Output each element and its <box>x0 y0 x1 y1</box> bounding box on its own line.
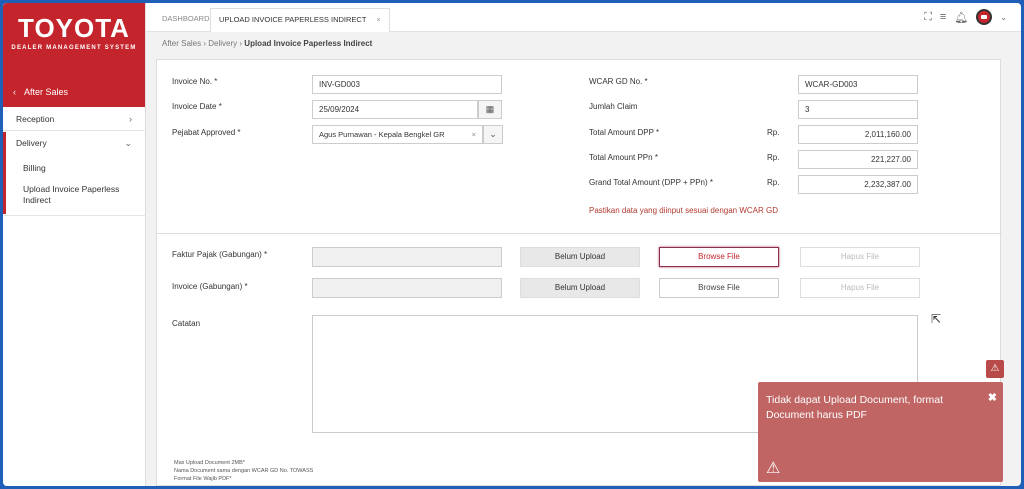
tab-label: DASHBOARD <box>162 14 210 23</box>
chevron-down-icon[interactable]: ⌄ <box>1000 13 1007 22</box>
menu-icon[interactable]: ≡ <box>940 11 946 23</box>
breadcrumb-delivery[interactable]: Delivery <box>208 39 237 48</box>
faktur-browse-button[interactable]: Browse File <box>659 247 779 267</box>
sidebar-item-label: Delivery <box>16 138 47 148</box>
warning-icon: ⚠ <box>766 460 781 477</box>
jumlah-claim-input[interactable]: 3 <box>798 100 918 119</box>
close-icon[interactable]: ✖ <box>988 391 997 404</box>
invoice-no-input[interactable]: INV-GD003 <box>312 75 502 94</box>
alert-icon[interactable]: ⚠ <box>986 360 1004 378</box>
invoice-no-label: Invoice No. * <box>172 77 218 86</box>
sidebar-item-reception[interactable]: Reception › <box>3 108 146 130</box>
sidebar-item-label: Upload Invoice Paperless Indirect <box>23 184 120 205</box>
faktur-delete-button[interactable]: Hapus File <box>800 247 920 267</box>
wcar-label: WCAR GD No. * <box>589 77 648 86</box>
note-line: Format File Wajib PDF* <box>174 476 232 482</box>
fullscreen-icon[interactable]: ⛶ <box>924 11 932 24</box>
calendar-icon[interactable]: ▦ <box>478 100 502 119</box>
pejabat-label: Pejabat Approved * <box>172 128 241 137</box>
close-tab-icon[interactable]: × <box>376 15 380 24</box>
sidebar: TOYOTA DEALER MANAGEMENT SYSTEM ‹ After … <box>3 3 146 486</box>
ppn-input[interactable]: 221,227.00 <box>798 150 918 169</box>
note-line: Nama Document sama dengan WCAR GD No. TO… <box>174 468 314 474</box>
tab-label: UPLOAD INVOICE PAPERLESS INDIRECT <box>219 15 367 24</box>
pejabat-select[interactable]: Agus Purnawan - Kepala Bengkel GR × <box>312 125 483 144</box>
faktur-status: Belum Upload <box>520 247 640 267</box>
ppn-currency: Rp. <box>767 153 780 162</box>
back-to-after-sales[interactable]: ‹ After Sales <box>13 87 68 97</box>
warning-text: Pastikan data yang diinput sesuai dengan… <box>589 206 778 215</box>
dpp-currency: Rp. <box>767 128 780 137</box>
invoice-file-field <box>312 278 502 298</box>
brand-subtitle: DEALER MANAGEMENT SYSTEM <box>11 45 137 51</box>
jumlah-claim-label: Jumlah Claim <box>589 102 638 111</box>
upload-notes: Max Upload Document 2MB* Nama Document s… <box>174 459 313 483</box>
invoice-gabungan-label: Invoice (Gabungan) * <box>172 282 248 291</box>
sidebar-item-delivery[interactable]: Delivery ⌄ <box>3 132 146 154</box>
clear-icon[interactable]: × <box>472 126 476 143</box>
top-bar: DASHBOARD UPLOAD INVOICE PAPERLESS INDIR… <box>146 3 1021 32</box>
sidebar-item-label: Reception <box>16 114 55 124</box>
breadcrumb-current: Upload Invoice Paperless Indirect <box>244 39 373 48</box>
sidebar-item-billing[interactable]: Billing <box>3 157 146 179</box>
grand-total-input[interactable]: 2,232,387.00 <box>798 175 918 194</box>
wcar-input[interactable]: WCAR-GD003 <box>798 75 918 94</box>
toast-message: Tidak dapat Upload Document, format Docu… <box>766 394 944 421</box>
brand-header: TOYOTA DEALER MANAGEMENT SYSTEM ‹ After … <box>3 3 145 107</box>
chevron-right-icon: › <box>129 114 132 124</box>
mouse-cursor-icon: ⇱ <box>931 312 942 326</box>
avatar[interactable] <box>976 9 993 25</box>
note-line: Max Upload Document 2MB* <box>174 460 245 466</box>
divider <box>3 130 146 131</box>
back-label: After Sales <box>24 87 69 97</box>
catatan-label: Catatan <box>172 319 201 328</box>
bell-icon[interactable]: 🔔︎ <box>954 11 968 24</box>
breadcrumb: After Sales › Delivery › Upload Invoice … <box>162 39 372 48</box>
grand-total-currency: Rp. <box>767 178 780 187</box>
top-icons: ⛶ ≡ 🔔︎ ⌄ <box>924 9 1007 25</box>
ppn-label: Total Amount PPn * <box>589 153 658 162</box>
app-window: TOYOTA DEALER MANAGEMENT SYSTEM ‹ After … <box>3 3 1021 486</box>
dpp-input[interactable]: 2,011,160.00 <box>798 125 918 144</box>
toyota-logo: TOYOTA <box>18 13 130 43</box>
sidebar-item-upload-invoice[interactable]: Upload Invoice Paperless Indirect <box>3 184 123 212</box>
grand-total-label: Grand Total Amount (DPP + PPn) * <box>589 178 713 187</box>
invoice-date-input[interactable]: 25/09/2024 <box>312 100 478 119</box>
invoice-delete-button[interactable]: Hapus File <box>800 278 920 298</box>
section-divider <box>157 233 1002 234</box>
pejabat-value: Agus Purnawan - Kepala Bengkel GR <box>319 130 445 139</box>
faktur-file-field <box>312 247 502 267</box>
sidebar-item-label: Billing <box>23 163 46 173</box>
invoice-date-label: Invoice Date * <box>172 102 222 111</box>
tab-upload-invoice[interactable]: UPLOAD INVOICE PAPERLESS INDIRECT × <box>210 8 390 32</box>
chevron-left-icon: ‹ <box>13 87 16 97</box>
invoice-status: Belum Upload <box>520 278 640 298</box>
chevron-down-icon: ⌄ <box>124 138 132 148</box>
chevron-down-icon[interactable]: ⌄ <box>483 125 503 144</box>
divider <box>3 215 146 216</box>
breadcrumb-after-sales[interactable]: After Sales <box>162 39 201 48</box>
tab-dashboard[interactable]: DASHBOARD <box>154 8 218 32</box>
faktur-label: Faktur Pajak (Gabungan) * <box>172 250 268 259</box>
dpp-label: Total Amount DPP * <box>589 128 660 137</box>
error-toast: Tidak dapat Upload Document, format Docu… <box>758 382 1003 482</box>
invoice-browse-button[interactable]: Browse File <box>659 278 779 298</box>
